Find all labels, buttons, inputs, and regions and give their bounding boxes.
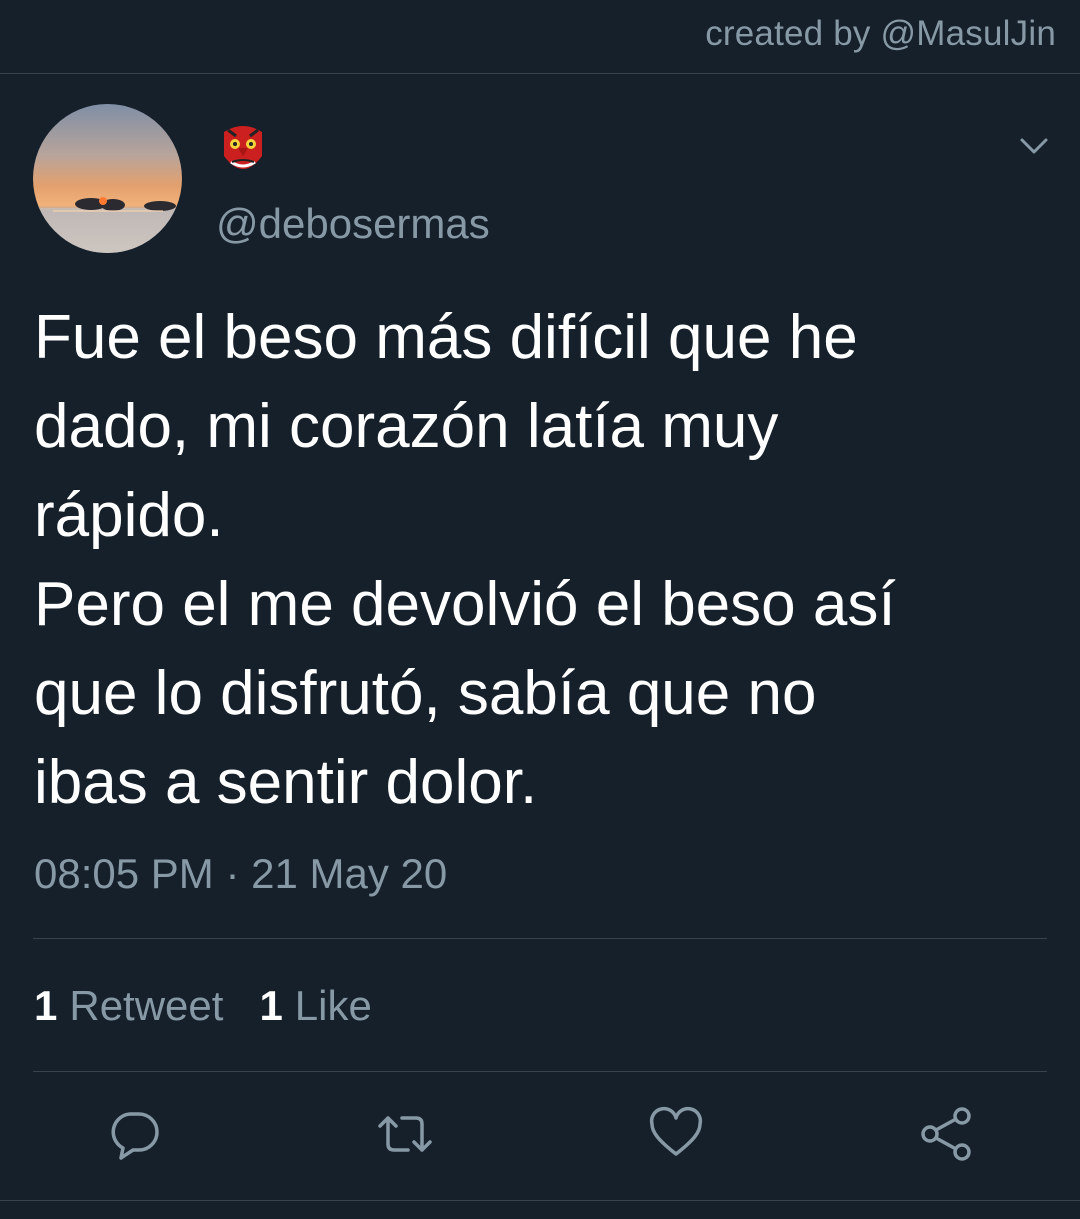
like-button[interactable] [648,1106,704,1162]
tengu-mask-emoji [216,122,270,180]
stats-bottom-divider [33,1071,1047,1072]
retweets-stat[interactable]: 1 Retweet [34,982,223,1030]
likes-stat[interactable]: 1 Like [259,982,371,1030]
tweet-line: dado, mi corazón latía muy [34,392,779,461]
credit-watermark: created by @MasulJin [705,14,1056,53]
tweet-line: Pero el me devolvió el beso así [34,570,896,639]
header-divider [0,73,1080,74]
retweet-icon [378,1116,432,1152]
avatar[interactable] [33,104,182,253]
engagement-stats: 1 Retweet 1 Like [34,982,372,1030]
like-icon [649,1106,703,1156]
tweet-text: Fue el beso más difícil que he dado, mi … [34,293,1054,827]
avatar-photo [33,104,182,253]
user-handle[interactable]: @debosermas [216,200,490,248]
tweet-line: ibas a sentir dolor. [34,748,538,817]
stats-top-divider [33,938,1047,939]
reply-button[interactable] [107,1106,163,1162]
tweet-line: Fue el beso más difícil que he [34,303,858,372]
retweets-label: Retweet [69,982,224,1029]
retweet-button[interactable] [374,1106,432,1162]
share-icon [921,1107,971,1161]
chevron-down-icon[interactable] [1018,132,1050,160]
share-button[interactable] [918,1106,974,1162]
footer-divider [0,1200,1080,1201]
likes-count: 1 [259,982,283,1029]
tweet-line: que lo disfrutó, sabía que no [34,659,817,728]
reply-icon [111,1112,159,1160]
likes-label: Like [294,982,372,1029]
tweet-timestamp: 08:05 PM · 21 May 20 [34,850,448,897]
retweets-count: 1 [34,982,58,1029]
tweet-line: rápido. [34,481,224,550]
